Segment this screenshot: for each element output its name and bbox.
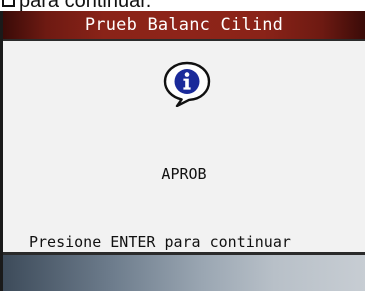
bottom-bar — [3, 255, 365, 291]
screen-title: Prueb Balanc Cilind — [84, 15, 284, 35]
info-speech-bubble-icon — [163, 61, 211, 107]
scan-tool-screen: Prueb Balanc Cilind APROB Presione ENTER… — [0, 11, 365, 291]
status-text: APROB — [161, 165, 207, 183]
prompt-text: Presione ENTER para continuar — [29, 233, 291, 251]
title-bar: Prueb Balanc Cilind — [3, 11, 365, 41]
manual-figure: para continuar. Prueb Balanc Cilind APRO… — [0, 0, 365, 291]
screen-content: APROB Presione ENTER para continuar — [3, 41, 365, 252]
enter-key-icon — [2, 0, 15, 7]
document-caption: para continuar. — [0, 0, 151, 12]
